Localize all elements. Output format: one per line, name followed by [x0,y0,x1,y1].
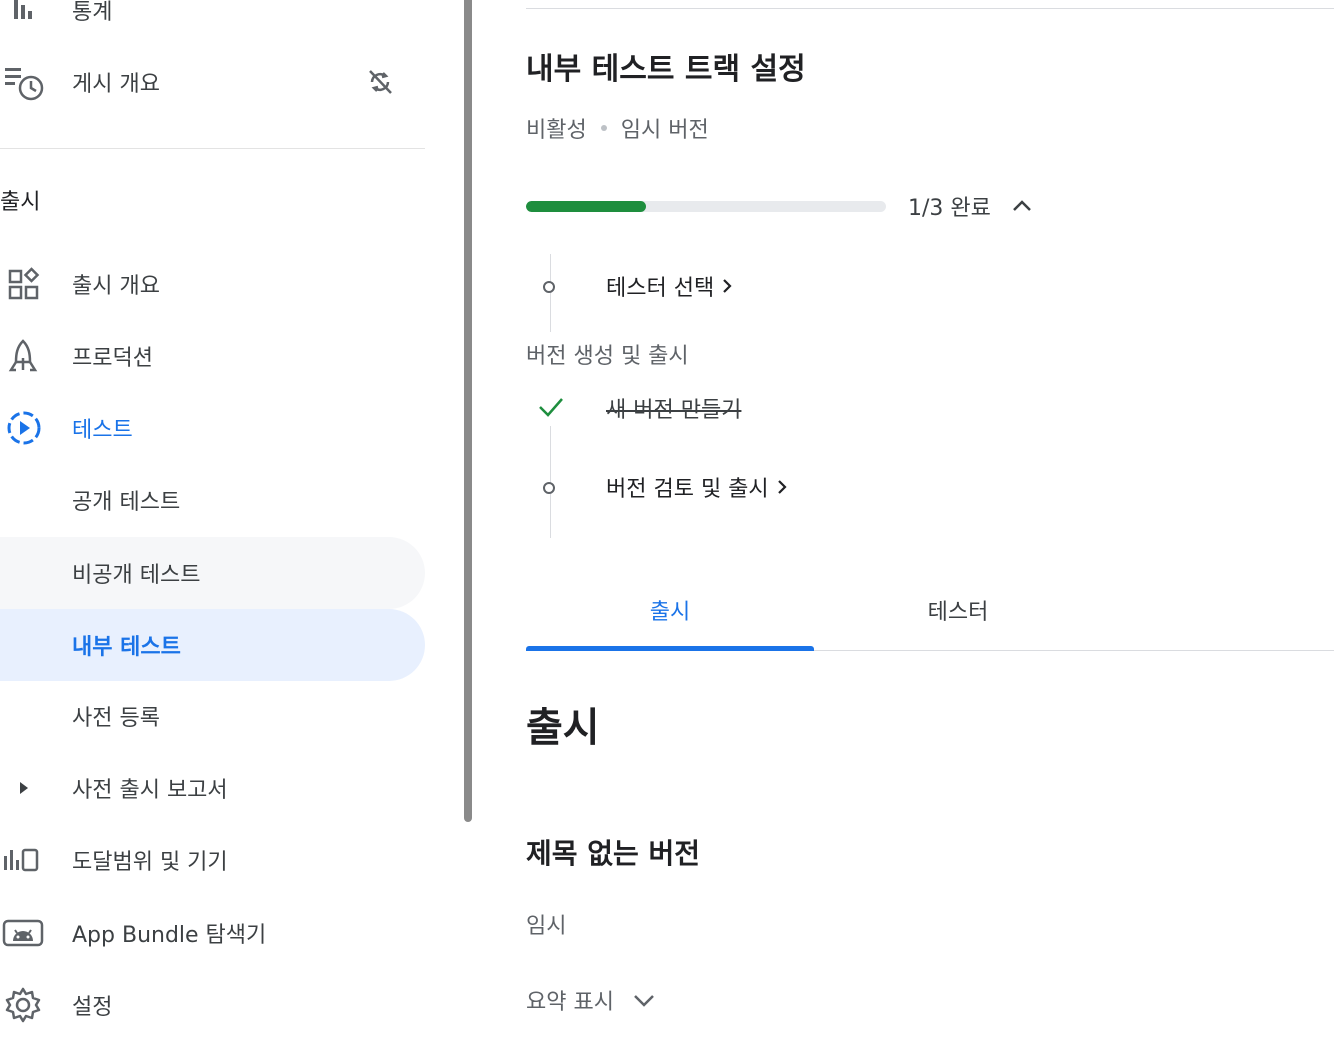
sidebar-item-label: 설정 [72,995,113,1020]
sidebar-item-testing[interactable]: 테스트 [0,392,425,464]
sidebar-item-label: 통계 [72,0,113,25]
sidebar-scrollbar[interactable] [464,0,472,822]
progress-text: 1/3 완료 [908,196,991,221]
step-label-text: 버전 검토 및 출시 [606,477,769,502]
status-detail: 임시 버전 [620,118,709,143]
sidebar-item-label: 게시 개요 [72,72,160,97]
sidebar-nav: 통계 게시 개요 출시 출시 개요 프로덕션 테스트 공개 테스트 비공개 테스… [0,0,425,1044]
summary-toggle-label: 요약 표시 [526,990,614,1015]
sidebar-item-production[interactable]: 프로덕션 [0,320,425,392]
step-review-release[interactable]: 버전 검토 및 출시 [606,471,789,503]
step-group-label: 버전 생성 및 출시 [526,344,689,369]
sidebar-item-pre-registration[interactable]: 사전 등록 [0,680,425,752]
top-divider [526,8,1334,9]
sidebar-item-label: 공개 테스트 [72,490,181,515]
sidebar-divider [0,148,425,149]
status-label: 비활성 [526,118,587,143]
chevron-up-icon [1013,200,1031,211]
sidebar-item-closed-testing[interactable]: 비공개 테스트 [0,537,425,609]
sidebar-item-settings[interactable]: 설정 [0,969,425,1041]
settings-icon [0,985,46,1025]
check-icon [539,398,563,417]
sidebar-item-internal-testing[interactable]: 내부 테스트 [0,609,425,681]
sidebar-item-label: 비공개 테스트 [72,563,201,588]
sidebar-item-release-overview[interactable]: 출시 개요 [0,248,425,320]
step-select-testers[interactable]: 테스터 선택 [606,270,734,302]
sidebar-item-pre-launch-report[interactable]: 사전 출시 보고서 [0,752,425,824]
track-status: 비활성 임시 버전 [526,112,709,144]
separator-dot [600,125,607,131]
tab-releases[interactable]: 출시 [526,570,814,650]
step-connector [550,254,551,332]
active-tab-indicator [526,646,814,651]
tab-testers[interactable]: 테스터 [814,570,1102,650]
reach-devices-icon [0,840,46,880]
step-create-release: 새 버전 만들기 [606,398,742,423]
section-heading: 출시 [526,705,600,751]
sidebar-item-label: App Bundle 탐색기 [72,923,267,948]
sidebar-item-label: 출시 개요 [72,274,160,299]
chevron-right-icon [777,480,787,494]
sidebar-item-label: 사전 등록 [72,706,160,731]
sidebar-item-label: 프로덕션 [72,346,153,371]
dashboard-icon [0,264,46,304]
sidebar-item-publishing-overview[interactable]: 게시 개요 [0,46,425,118]
sidebar-item-label: 도달범위 및 기기 [72,850,228,875]
page-title: 내부 테스트 트랙 설정 [526,52,806,87]
rocket-icon [0,336,46,376]
step-pending-icon [543,281,555,293]
play-circle-icon [0,408,46,448]
sidebar-item-label: 사전 출시 보고서 [72,778,228,803]
main-content: 내부 테스트 트랙 설정 비활성 임시 버전 1/3 완료 테스터 선택 버전 … [526,0,1334,1044]
step-label-text: 테스터 선택 [606,276,715,301]
sidebar-item-reach-devices[interactable]: 도달범위 및 기기 [0,824,425,896]
android-icon [0,913,46,953]
chevron-down-icon [634,995,654,1007]
publishing-overview-icon [0,62,46,102]
sidebar-item-label: 내부 테스트 [72,635,181,660]
chevron-right-icon [723,279,732,293]
release-status: 임시 [526,914,567,939]
setup-progress-bar [526,201,886,212]
caret-right-icon[interactable] [0,768,46,808]
sidebar-item-label: 테스트 [72,418,133,443]
sidebar-item-statistics[interactable]: 통계 [0,0,425,46]
bar-chart-icon [0,0,46,30]
sidebar-item-open-testing[interactable]: 공개 테스트 [0,464,425,536]
sidebar-item-app-bundle-explorer[interactable]: App Bundle 탐색기 [0,897,425,969]
tab-bar: 출시 테스터 [526,570,1334,651]
show-summary-toggle[interactable]: 요약 표시 [526,984,656,1016]
collapse-steps-button[interactable] [1006,190,1038,222]
step-pending-icon [543,482,555,494]
release-name: 제목 없는 버전 [526,837,701,870]
sync-disabled-icon [364,66,396,102]
setup-progress-fill [526,201,646,212]
sidebar-section-title: 출시 [0,190,41,215]
